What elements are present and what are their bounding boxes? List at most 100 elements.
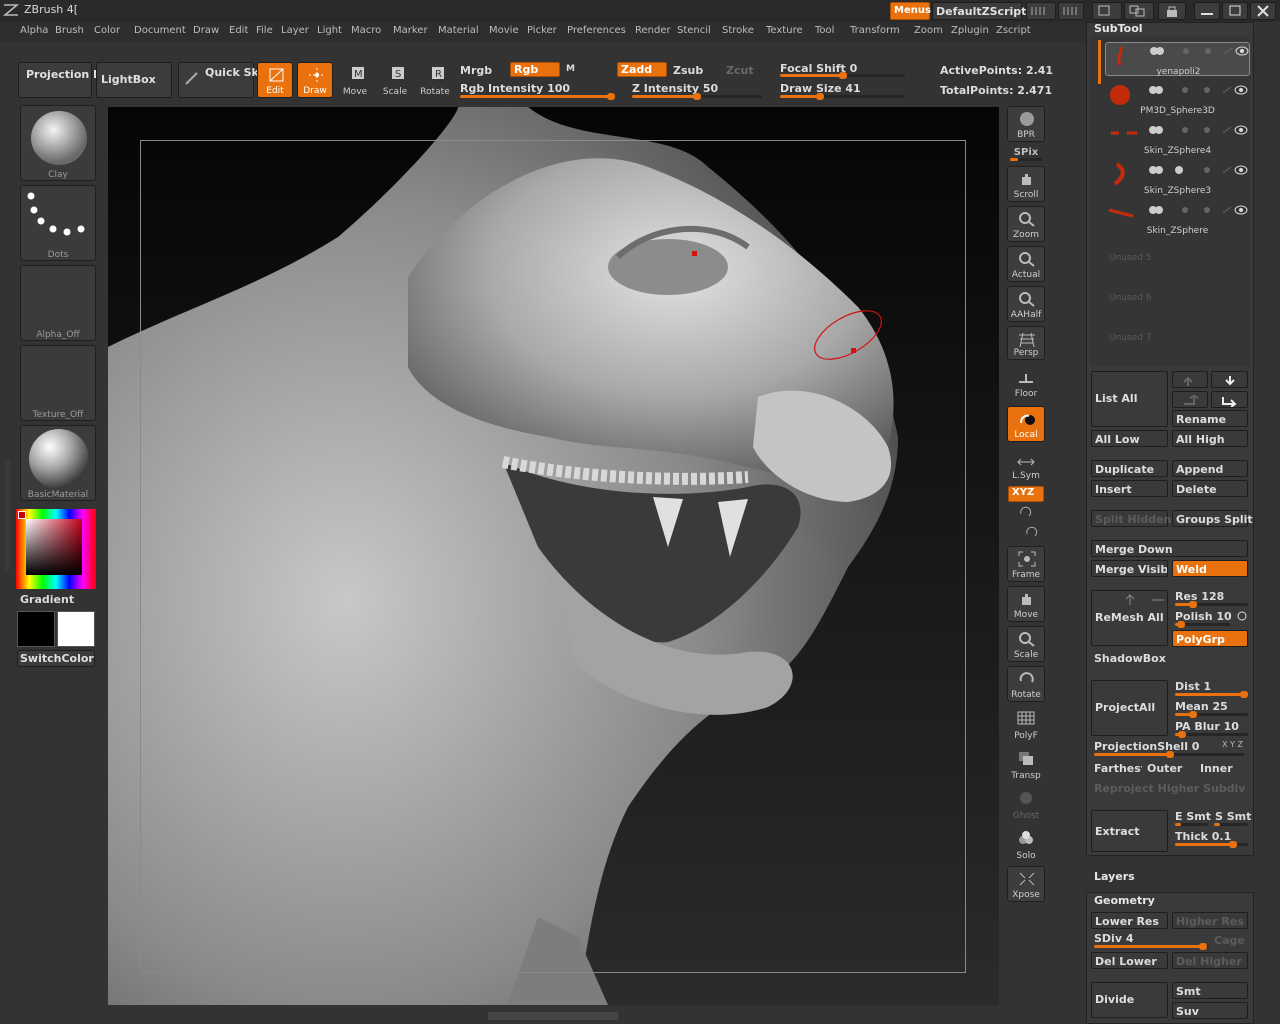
- layers-section-title[interactable]: Layers: [1088, 870, 1254, 883]
- menu-preferences[interactable]: Preferences: [567, 25, 626, 36]
- menu-stroke[interactable]: Stroke: [722, 25, 754, 36]
- menu-texture[interactable]: Texture: [766, 25, 803, 36]
- menu-file[interactable]: File: [256, 25, 273, 36]
- polyf-button[interactable]: PolyF: [1007, 706, 1045, 742]
- all-high-button[interactable]: All High: [1172, 430, 1248, 447]
- menu-material[interactable]: Material: [438, 25, 479, 36]
- subtool-toggles-icon[interactable]: [1145, 124, 1250, 136]
- subtool-toggles-icon[interactable]: [1146, 45, 1251, 57]
- close-icon[interactable]: [1250, 2, 1276, 20]
- subtool-item-skin-zsphere3[interactable]: Skin_ZSphere3: [1105, 162, 1250, 198]
- subtool-toggles-icon[interactable]: [1145, 84, 1250, 96]
- pa-blur-slider[interactable]: [1175, 731, 1248, 738]
- gradient-label[interactable]: Gradient: [20, 593, 74, 606]
- cage-button[interactable]: Cage: [1214, 934, 1245, 947]
- local-button[interactable]: Local: [1007, 406, 1045, 442]
- default-zscript-button[interactable]: DefaultZScript: [932, 2, 1026, 20]
- menu-layer[interactable]: Layer: [281, 25, 309, 36]
- menu-zscript[interactable]: Zscript: [996, 25, 1031, 36]
- brush-thumbnail[interactable]: Clay: [20, 105, 96, 181]
- spix-slider[interactable]: [1010, 158, 1042, 161]
- texture-thumbnail[interactable]: Texture_Off: [20, 345, 96, 421]
- lightbox-button[interactable]: LightBox: [96, 62, 172, 98]
- inner-button[interactable]: Inner: [1200, 762, 1233, 775]
- menu-color[interactable]: Color: [94, 25, 120, 36]
- menu-render[interactable]: Render: [635, 25, 671, 36]
- menu-alpha[interactable]: Alpha: [20, 25, 48, 36]
- material-thumbnail[interactable]: BasicMaterial: [20, 425, 96, 501]
- projection-shell-slider[interactable]: [1094, 751, 1244, 758]
- subtool-title[interactable]: SubTool: [1088, 22, 1254, 35]
- ghost-button[interactable]: Ghost: [1007, 786, 1045, 822]
- menu-picker[interactable]: Picker: [527, 25, 557, 36]
- rgb-intensity-slider[interactable]: [460, 93, 615, 100]
- merge-visible-button[interactable]: Merge Visible: [1091, 560, 1168, 577]
- res-slider[interactable]: [1175, 601, 1248, 608]
- polygrp-toggle[interactable]: PolyGrp: [1172, 630, 1248, 647]
- divide-button[interactable]: Divide: [1091, 982, 1168, 1018]
- weld-toggle[interactable]: Weld: [1172, 560, 1248, 577]
- move-view-button[interactable]: Move: [1007, 586, 1045, 622]
- insert-button[interactable]: Insert: [1091, 480, 1168, 497]
- polish-slider[interactable]: [1175, 621, 1230, 628]
- aahalf-button[interactable]: AAHalf: [1007, 286, 1045, 322]
- minimize-icon[interactable]: [1194, 2, 1220, 20]
- menu-draw[interactable]: Draw: [193, 25, 219, 36]
- farthest-button[interactable]: Farthest: [1094, 762, 1142, 775]
- higher-res-button[interactable]: Higher Res: [1172, 912, 1248, 929]
- m-toggle[interactable]: M: [566, 64, 575, 74]
- dist-slider[interactable]: [1175, 691, 1248, 698]
- outer-button[interactable]: Outer: [1147, 762, 1182, 775]
- menu-movie[interactable]: Movie: [489, 25, 519, 36]
- alpha-thumbnail[interactable]: Alpha_Off: [20, 265, 96, 341]
- menus-button[interactable]: Menus: [890, 2, 931, 20]
- subtool-item-skin-zsphere[interactable]: Skin_ZSphere: [1105, 202, 1250, 238]
- layout-icon[interactable]: [1124, 2, 1154, 20]
- frame-button[interactable]: Frame: [1007, 546, 1045, 582]
- menu-document[interactable]: Document: [134, 25, 186, 36]
- reproject-higher-subdiv-button[interactable]: Reproject Higher Subdiv: [1094, 782, 1245, 795]
- subtool-toggles-icon[interactable]: [1145, 204, 1250, 216]
- scale-button[interactable]: S Scale: [378, 62, 412, 98]
- suv-toggle[interactable]: Suv: [1172, 1002, 1248, 1019]
- move-down-arrow-icon[interactable]: [1211, 371, 1248, 388]
- zoom-button[interactable]: Zoom: [1007, 206, 1045, 242]
- help-icon[interactable]: [1092, 2, 1122, 20]
- menu-transform[interactable]: Transform: [850, 25, 900, 36]
- subtool-item-skin-zsphere4[interactable]: Skin_ZSphere4: [1105, 122, 1250, 158]
- solo-button[interactable]: Solo: [1007, 826, 1045, 862]
- zadd-toggle[interactable]: Zadd: [617, 62, 667, 77]
- polish-circle-icon[interactable]: [1237, 611, 1247, 621]
- edit-button[interactable]: Edit: [257, 62, 293, 98]
- remesh-all-button[interactable]: ReMesh All: [1091, 590, 1168, 646]
- bpr-button[interactable]: BPR: [1007, 106, 1045, 142]
- z-intensity-slider[interactable]: [632, 93, 762, 100]
- menu-edit[interactable]: Edit: [229, 25, 248, 36]
- menu-zoom[interactable]: Zoom: [914, 25, 943, 36]
- append-button[interactable]: Append: [1172, 460, 1248, 477]
- scroll-button[interactable]: Scroll: [1007, 166, 1045, 202]
- color-picker-square[interactable]: [26, 519, 82, 575]
- s-smt-slider[interactable]: [1214, 823, 1248, 826]
- sdiv-slider[interactable]: [1094, 943, 1209, 950]
- shadowbox-button[interactable]: ShadowBox: [1094, 652, 1166, 665]
- menu-light[interactable]: Light: [317, 25, 342, 36]
- menu-macro[interactable]: Macro: [351, 25, 381, 36]
- left-tray-handle[interactable]: [5, 460, 10, 570]
- floor-button[interactable]: Floor: [1007, 366, 1045, 400]
- lower-res-button[interactable]: Lower Res: [1091, 912, 1168, 929]
- rotate-view-button[interactable]: Rotate: [1007, 666, 1045, 702]
- tray-right-button[interactable]: [1058, 2, 1084, 20]
- lsym-button[interactable]: L.Sym: [1007, 450, 1045, 482]
- geometry-section-title[interactable]: Geometry: [1088, 894, 1254, 907]
- rename-button[interactable]: Rename: [1172, 410, 1248, 427]
- scale-view-button[interactable]: Scale: [1007, 626, 1045, 662]
- split-hidden-button[interactable]: Split Hidden: [1091, 510, 1171, 527]
- del-higher-button[interactable]: Del Higher: [1172, 952, 1248, 969]
- subtool-item-pm3d-sphere3d[interactable]: PM3D_Sphere3D: [1105, 82, 1250, 118]
- rgb-toggle[interactable]: Rgb: [510, 62, 560, 77]
- color-picker[interactable]: [16, 509, 96, 589]
- tray-left-button[interactable]: [1026, 2, 1056, 20]
- draw-size-slider[interactable]: [780, 93, 905, 100]
- move-right-arrow-icon[interactable]: [1211, 391, 1248, 408]
